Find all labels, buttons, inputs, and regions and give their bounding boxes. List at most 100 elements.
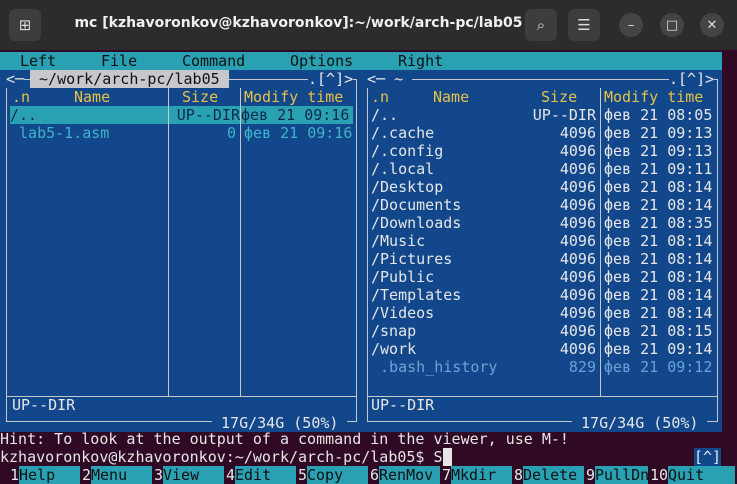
file-size: 0: [226, 124, 236, 142]
file-size: 4096: [559, 286, 596, 304]
col-mtime-header[interactable]: Modify time: [244, 88, 343, 106]
maximize-icon[interactable]: □: [660, 13, 684, 37]
menu-command[interactable]: Command: [182, 52, 245, 70]
right-panel[interactable]: <─ ~ .[^]> .n Name Size Modify time /.. U…: [363, 70, 722, 432]
file-mtime: фев 21 09:12: [604, 358, 713, 376]
file-size: 4096: [559, 268, 596, 286]
hint-line: Hint: To look at the output of a command…: [0, 430, 569, 448]
file-mtime: фев 21 08:15: [604, 322, 713, 340]
fkey-number: 9: [586, 466, 596, 484]
left-panel-status: UP--DIR: [12, 396, 76, 414]
file-size: 4096: [559, 214, 596, 232]
menu-right[interactable]: Right: [398, 52, 443, 70]
file-row-selected[interactable]: /..: [10, 106, 168, 124]
file-size: UP--DIR: [169, 106, 240, 124]
file-mtime: фев 21 08:14: [604, 250, 713, 268]
file-row[interactable]: /.local: [371, 160, 434, 178]
window-title: mc [kzhavoronkov@kzhavoronkov]:~/work/ar…: [74, 15, 523, 31]
file-mtime: фев 21 08:14: [604, 196, 713, 214]
file-row[interactable]: /.cache: [371, 124, 434, 142]
right-panel-path[interactable]: <─ ~: [367, 70, 413, 88]
fkey-number: 10: [650, 466, 669, 484]
prompt-text: kzhavoronkov@kzhavoronkov:~/work/arch-pc…: [0, 448, 443, 466]
file-row[interactable]: /work: [371, 340, 416, 358]
fkey-quit-button[interactable]: Quit: [668, 466, 735, 484]
left-panel-corner-right[interactable]: .[^]>: [308, 70, 354, 88]
left-panel-path: ~/work/arch-pc/lab05: [30, 70, 229, 88]
col-mtime-header[interactable]: Modify time: [604, 88, 703, 106]
hamburger-menu-icon[interactable]: ☰: [568, 9, 600, 41]
file-mtime: фев 21 09:11: [604, 160, 713, 178]
fkey-copy-button[interactable]: Copy: [307, 466, 368, 484]
col-n-header[interactable]: .n: [371, 88, 389, 106]
file-row[interactable]: /Pictures: [371, 250, 452, 268]
mc-menubar: Left File Command Options Right: [0, 52, 722, 70]
fkey-number: 6: [370, 466, 380, 484]
file-mtime: фев 21 08:05: [604, 106, 713, 124]
file-mtime: фев 21 08:14: [604, 286, 713, 304]
file-row[interactable]: lab5-1.asm: [10, 124, 109, 142]
menu-options[interactable]: Options: [290, 52, 353, 70]
search-icon[interactable]: ⌕: [525, 9, 557, 41]
right-panel-status: UP--DIR: [371, 396, 435, 414]
file-row[interactable]: /.config: [371, 142, 443, 160]
file-size: 829: [568, 358, 596, 376]
fkey-number: 5: [298, 466, 308, 484]
file-mtime: фев 21 08:35: [604, 214, 713, 232]
fkey-renmov-button[interactable]: RenMov: [379, 466, 440, 484]
file-row[interactable]: .bash_history: [371, 358, 497, 376]
fkey-number: 4: [226, 466, 236, 484]
file-row[interactable]: /Documents: [371, 196, 461, 214]
file-mtime: фев 21 08:14: [604, 268, 713, 286]
file-row[interactable]: /Music: [371, 232, 425, 250]
minimize-icon[interactable]: –: [619, 13, 643, 37]
file-size: 4096: [559, 232, 596, 250]
file-mtime: фев 21 09:16: [241, 106, 353, 124]
prompt-corner[interactable]: [^]: [694, 448, 722, 466]
file-size: 4096: [559, 250, 596, 268]
file-mtime: фев 21 08:14: [604, 304, 713, 322]
file-size: 4096: [559, 196, 596, 214]
new-tab-icon[interactable]: ⊞: [9, 9, 41, 41]
function-key-bar: 1 Help 2 Menu 3 View 4 Edit 5 Copy 6 RenMov 7 Mkdir 8 D…: [0, 466, 737, 484]
file-size: 4096: [559, 160, 596, 178]
fkey-number: 2: [82, 466, 92, 484]
file-mtime: фев 21 09:16: [244, 124, 353, 142]
file-row[interactable]: /Desktop: [371, 178, 443, 196]
file-mtime: фев 21 09:13: [604, 142, 713, 160]
title-bar: ⊞ mc [kzhavoronkov@kzhavoronkov]:~/work/…: [0, 0, 737, 50]
col-size-header[interactable]: Size: [541, 88, 577, 106]
left-panel[interactable]: <─ ~/work/arch-pc/lab05 .[^]> .n Name Si…: [0, 70, 363, 432]
right-panel-corner-right[interactable]: .[^]>: [669, 70, 715, 88]
fkey-edit-button[interactable]: Edit: [235, 466, 296, 484]
close-icon[interactable]: ✕: [700, 13, 724, 37]
fkey-menu-button[interactable]: Menu: [91, 466, 152, 484]
file-row[interactable]: /Public: [371, 268, 434, 286]
col-size-header[interactable]: Size: [182, 88, 218, 106]
col-name-header[interactable]: Name: [74, 88, 110, 106]
terminal[interactable]: Left File Command Options Right <─ ~/wor…: [0, 50, 737, 484]
file-row[interactable]: /Downloads: [371, 214, 461, 232]
file-row[interactable]: /snap: [371, 322, 416, 340]
file-name: /..: [10, 106, 38, 124]
col-n-header[interactable]: .n: [12, 88, 30, 106]
file-row[interactable]: /..: [371, 106, 398, 124]
fkey-pulldn-button[interactable]: PullDn: [595, 466, 649, 484]
file-row[interactable]: /Videos: [371, 304, 434, 322]
fkey-view-button[interactable]: View: [163, 466, 224, 484]
command-prompt[interactable]: kzhavoronkov@kzhavoronkov:~/work/arch-pc…: [0, 448, 452, 466]
fkey-delete-button[interactable]: Delete: [523, 466, 584, 484]
file-size: UP--DIR: [532, 106, 596, 124]
menu-file[interactable]: File: [101, 52, 137, 70]
fkey-mkdir-button[interactable]: Mkdir: [451, 466, 512, 484]
file-size: 4096: [559, 142, 596, 160]
file-mtime: фев 21 09:13: [604, 124, 713, 142]
col-name-header[interactable]: Name: [433, 88, 469, 106]
menu-left[interactable]: Left: [20, 52, 56, 70]
file-size: 4096: [559, 124, 596, 142]
file-mtime: фев 21 09:14: [604, 340, 713, 358]
file-mtime: фев 21 08:14: [604, 178, 713, 196]
left-panel-corner[interactable]: <─: [6, 70, 25, 88]
fkey-help-button[interactable]: Help: [19, 466, 80, 484]
file-row[interactable]: /Templates: [371, 286, 461, 304]
